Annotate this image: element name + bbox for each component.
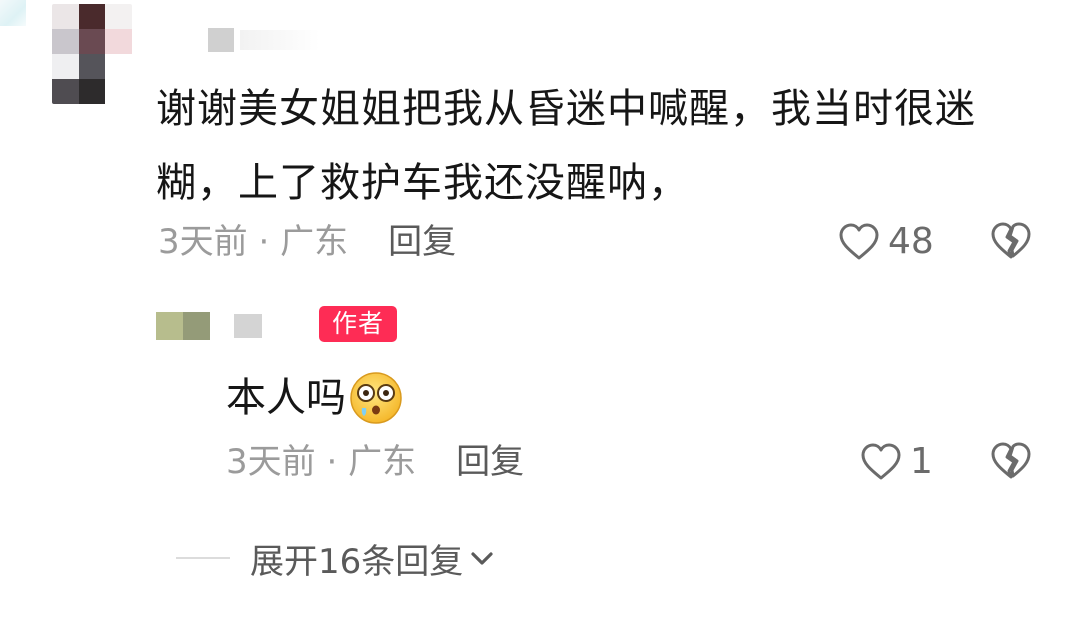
comment-meta: 3天前 · 广东 回复 (158, 220, 456, 264)
reply-reply-button[interactable]: 回复 (456, 442, 524, 482)
meta-separator: · (247, 222, 281, 262)
comment-location: 广东 (280, 222, 349, 262)
broken-heart-icon[interactable] (990, 440, 1032, 482)
author-avatar[interactable] (156, 312, 210, 340)
chevron-down-icon (471, 552, 493, 565)
heart-outline-icon (861, 443, 901, 480)
comment-text-line-2: 糊，上了救护车我还没醒呐， (156, 160, 689, 206)
expand-divider (176, 557, 230, 559)
expand-replies-label: 展开16条回复 (250, 541, 464, 582)
reply-like-button[interactable]: 1 (860, 440, 933, 484)
commenter-avatar[interactable] (52, 4, 132, 104)
comment-text: 谢谢美女姐姐把我从昏迷中喊醒，我当时很迷 糊，上了救护车我还没醒呐， (156, 72, 1036, 220)
comment-like-count: 48 (888, 221, 934, 262)
reply-text-content: 本人吗 (226, 375, 346, 421)
reply-like-count: 1 (910, 441, 933, 482)
expand-replies-button[interactable]: 展开16条回复 (176, 534, 495, 582)
reply-location: 广东 (348, 442, 417, 482)
comment-time: 3天前 (158, 222, 248, 262)
heart-outline-icon (839, 223, 879, 260)
commenter-name[interactable] (208, 28, 234, 52)
author-badge: 作者 (319, 306, 397, 342)
author-name-blur (0, 0, 26, 26)
meta-separator: · (315, 442, 349, 482)
shocked-face-emoji (350, 372, 402, 424)
commenter-name-blur (240, 30, 320, 50)
author-name[interactable] (234, 314, 262, 338)
broken-heart-icon[interactable] (990, 220, 1032, 262)
reply-text: 本人吗 (226, 370, 404, 426)
comment-reply-button[interactable]: 回复 (388, 222, 456, 262)
reply-meta: 3天前 · 广东 回复 (226, 440, 524, 484)
comment-like-button[interactable]: 48 (838, 220, 934, 264)
comment-text-line-1: 谢谢美女姐姐把我从昏迷中喊醒，我当时很迷 (156, 86, 976, 132)
reply-time: 3天前 (226, 442, 316, 482)
